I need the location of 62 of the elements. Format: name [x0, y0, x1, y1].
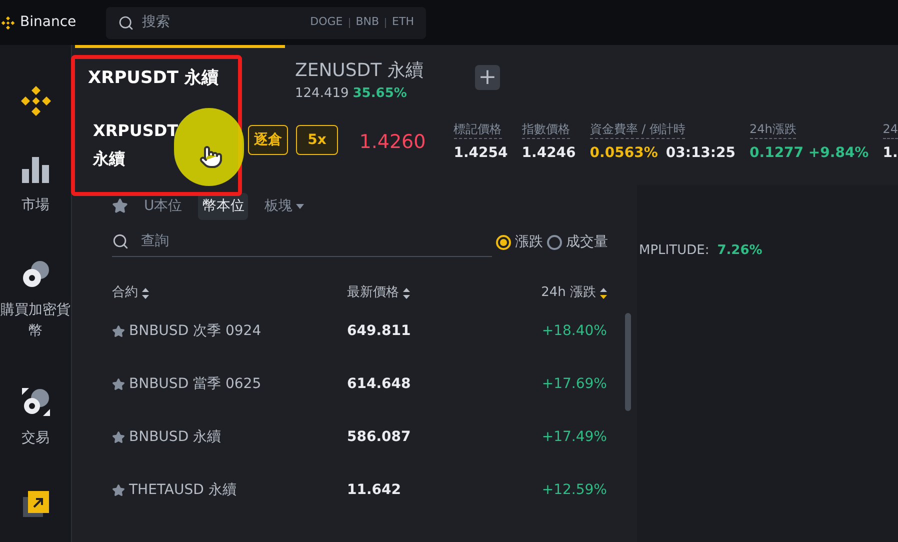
sort-radio[interactable]: 成交量 [547, 232, 608, 252]
stat-value: 1. [882, 144, 898, 163]
favorite-star-icon[interactable] [112, 484, 125, 497]
stat-label: 24 [882, 120, 898, 139]
search-suggestion[interactable]: BNB [356, 14, 380, 31]
amplitude-value: 7.26% [717, 243, 762, 258]
favorite-star-icon[interactable] [112, 325, 125, 338]
favorites-star-icon[interactable] [112, 198, 128, 214]
search-field[interactable]: 搜索 DOGE BNB ETH [106, 6, 426, 38]
contract-name[interactable]: THETAUSD 永續 [129, 480, 236, 501]
contract-name[interactable]: BNBUSD 當季 0625 [129, 374, 262, 395]
price-cell-text: 614.648 [347, 375, 412, 394]
leverage-button[interactable]: 5x [296, 125, 338, 155]
column-header[interactable]: 最新價格 [347, 283, 527, 303]
stat-label: 指數價格 [522, 120, 570, 139]
search-suggestion[interactable]: ETH [392, 14, 414, 31]
price-cell-text: 586.087 [347, 428, 412, 447]
change-cell-text: +17.49% [540, 428, 607, 447]
favorite-star-icon[interactable] [112, 378, 125, 391]
search-icon [112, 233, 129, 250]
stat-value: 03:13:25 [666, 144, 736, 163]
market-tab[interactable]: 板塊 [260, 192, 308, 220]
logo-icon [0, 14, 16, 30]
column-header[interactable]: 合約 [112, 283, 347, 303]
stat-value: 1.4246 [522, 144, 576, 163]
contract-name[interactable]: BNBUSD 次季 0924 [129, 321, 262, 342]
market-tab[interactable]: U本位 [140, 192, 186, 220]
tab-price: 124.419 [295, 85, 349, 103]
add-tab-button[interactable]: + [475, 65, 500, 90]
last-price: 1.4260 [359, 130, 426, 155]
stat-value: 1.4254 [454, 144, 508, 163]
brand-name: Binance [20, 13, 76, 32]
tab[interactable]: ZENUSDT 永續 124.419 35.65% [285, 45, 475, 105]
margin-mode-button[interactable]: 逐倉 [248, 125, 288, 155]
stat-label: 資金費率 / 倒計時 [590, 120, 686, 139]
stat-label: 24h漲跌 [750, 120, 796, 139]
trade-icon [22, 388, 50, 416]
hand-cursor-icon [199, 145, 223, 169]
amplitude-label: MPLITUDE: [639, 243, 710, 258]
stat-value: 0.1277 +9.84% [750, 144, 869, 163]
sidebar-item[interactable]: 交易 [0, 388, 70, 449]
sort-radio[interactable]: 漲跌 [496, 232, 543, 252]
price-cell-text: 649.811 [347, 322, 412, 341]
favorite-star-icon[interactable] [112, 431, 125, 444]
bar-chart-icon [22, 157, 50, 183]
stat-value: 0.0563% [590, 144, 658, 163]
export-icon[interactable] [22, 491, 48, 517]
search-input[interactable]: 查詢 [141, 231, 341, 252]
tab-change: 35.65% [352, 85, 407, 103]
sidebar-item[interactable]: 市場 [0, 157, 70, 216]
search-icon [118, 14, 134, 30]
scrollbar[interactable] [625, 313, 631, 411]
change-cell-text: +17.69% [540, 375, 607, 394]
stat-label: 標記價格 [454, 120, 502, 139]
search-suggestion[interactable]: DOGE [310, 14, 343, 31]
column-header[interactable]: 24h 漲跌 [527, 283, 607, 303]
change-cell-text: +18.40% [540, 322, 607, 341]
coins-icon [22, 260, 50, 288]
change-cell-text: +12.59% [540, 481, 607, 500]
sidebar-item[interactable]: 購買加密貨幣 [0, 260, 70, 342]
contract-name[interactable]: BNBUSD 永續 [129, 427, 222, 448]
price-cell-text: 11.642 [347, 481, 402, 500]
